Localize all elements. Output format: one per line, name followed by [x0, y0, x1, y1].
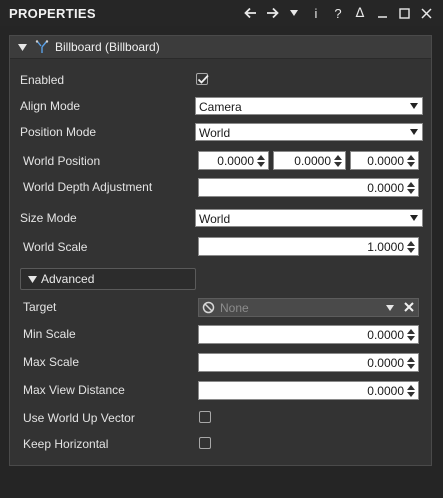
- max-view-distance-value: 0.0000: [367, 384, 404, 398]
- position-mode-label: Position Mode: [20, 125, 97, 139]
- world-position-y-stepper[interactable]: 0.0000: [273, 151, 346, 170]
- expand-triangle-icon: [28, 272, 37, 286]
- row-min-scale: Min Scale 0.0000: [10, 324, 431, 344]
- maximize-icon[interactable]: [393, 2, 415, 24]
- size-mode-value: World: [199, 212, 231, 226]
- world-depth-adjustment-stepper[interactable]: 0.0000: [198, 178, 419, 197]
- world-scale-label: World Scale: [23, 240, 88, 254]
- world-position-label: World Position: [23, 154, 101, 168]
- use-world-up-vector-label: Use World Up Vector: [23, 411, 135, 425]
- row-max-scale: Max Scale 0.0000: [10, 352, 431, 372]
- row-world-depth-adjustment: World Depth Adjustment 0.0000: [10, 177, 431, 197]
- clear-target-icon[interactable]: [403, 301, 415, 316]
- info-icon[interactable]: i: [305, 2, 327, 24]
- forward-arrow-icon[interactable]: [261, 2, 283, 24]
- size-mode-dropdown[interactable]: World: [195, 209, 423, 227]
- row-align-mode: Align Mode Camera: [10, 96, 431, 116]
- pin-icon[interactable]: ⵠ: [349, 2, 371, 24]
- back-arrow-icon[interactable]: [239, 2, 261, 24]
- max-view-distance-label: Max View Distance: [23, 383, 125, 397]
- minimize-icon[interactable]: [371, 2, 393, 24]
- spinner-icon[interactable]: [334, 155, 342, 167]
- enabled-label: Enabled: [20, 73, 65, 87]
- row-use-world-up-vector: Use World Up Vector: [10, 408, 431, 428]
- spinner-icon[interactable]: [407, 385, 415, 397]
- enabled-checkbox[interactable]: [196, 73, 209, 85]
- position-mode-dropdown[interactable]: World: [195, 123, 423, 141]
- min-scale-value: 0.0000: [367, 328, 404, 342]
- spinner-icon[interactable]: [407, 329, 415, 341]
- target-value: None: [220, 301, 249, 315]
- row-max-view-distance: Max View Distance 0.0000: [10, 380, 431, 400]
- close-icon[interactable]: [415, 2, 437, 24]
- align-mode-value: Camera: [199, 100, 242, 114]
- spinner-icon[interactable]: [407, 155, 415, 167]
- align-mode-dropdown[interactable]: Camera: [195, 97, 423, 115]
- spinner-icon[interactable]: [407, 357, 415, 369]
- world-position-x-stepper[interactable]: 0.0000: [198, 151, 269, 170]
- world-position-z-value: 0.0000: [367, 154, 404, 168]
- world-depth-adjustment-value: 0.0000: [367, 181, 404, 195]
- align-mode-label: Align Mode: [20, 99, 81, 113]
- advanced-label: Advanced: [41, 272, 95, 286]
- spinner-icon[interactable]: [407, 182, 415, 194]
- min-scale-stepper[interactable]: 0.0000: [198, 325, 419, 344]
- world-depth-adjustment-label: World Depth Adjustment: [23, 180, 153, 194]
- target-object-field[interactable]: None: [198, 298, 419, 317]
- row-world-scale: World Scale 1.0000: [10, 237, 431, 257]
- spinner-icon[interactable]: [407, 241, 415, 253]
- world-position-z-stepper[interactable]: 0.0000: [350, 151, 419, 170]
- world-scale-stepper[interactable]: 1.0000: [198, 237, 419, 256]
- component-title: Billboard (Billboard): [55, 40, 160, 54]
- min-scale-label: Min Scale: [23, 327, 76, 341]
- row-position-mode: Position Mode World: [10, 122, 431, 142]
- world-position-y-value: 0.0000: [294, 154, 331, 168]
- row-enabled: Enabled: [10, 70, 431, 90]
- keep-horizontal-checkbox[interactable]: [199, 437, 211, 449]
- help-icon[interactable]: ?: [327, 2, 349, 24]
- row-size-mode: Size Mode World: [10, 208, 431, 228]
- world-position-x-value: 0.0000: [217, 154, 254, 168]
- dropdown-caret-icon[interactable]: [283, 2, 305, 24]
- target-label: Target: [23, 300, 57, 314]
- chevron-down-icon: [410, 129, 418, 135]
- panel-title: PROPERTIES: [9, 5, 96, 21]
- size-mode-label: Size Mode: [20, 211, 77, 225]
- max-view-distance-stepper[interactable]: 0.0000: [198, 381, 419, 400]
- component-header[interactable]: Billboard (Billboard): [10, 36, 431, 59]
- spinner-icon[interactable]: [257, 155, 265, 167]
- position-mode-value: World: [199, 126, 231, 140]
- titlebar-icons: i ? ⵠ: [239, 0, 437, 26]
- chevron-down-icon: [410, 103, 418, 109]
- keep-horizontal-label: Keep Horizontal: [23, 437, 109, 451]
- max-scale-stepper[interactable]: 0.0000: [198, 353, 419, 372]
- properties-titlebar: PROPERTIES i ? ⵠ: [0, 0, 443, 26]
- collapse-triangle-icon[interactable]: [17, 42, 27, 52]
- row-world-position: World Position 0.0000 0.0000 0.0000: [10, 151, 431, 171]
- max-scale-value: 0.0000: [367, 356, 404, 370]
- none-circle-icon: [202, 301, 215, 317]
- world-scale-value: 1.0000: [367, 240, 404, 254]
- row-keep-horizontal: Keep Horizontal: [10, 434, 431, 454]
- use-world-up-vector-checkbox[interactable]: [199, 411, 211, 423]
- billboard-icon: [35, 40, 49, 54]
- chevron-down-icon[interactable]: [386, 305, 394, 311]
- billboard-component-panel: Billboard (Billboard) Enabled Align Mode…: [9, 35, 432, 466]
- chevron-down-icon: [410, 215, 418, 221]
- advanced-toggle-button[interactable]: Advanced: [20, 268, 196, 290]
- max-scale-label: Max Scale: [23, 355, 80, 369]
